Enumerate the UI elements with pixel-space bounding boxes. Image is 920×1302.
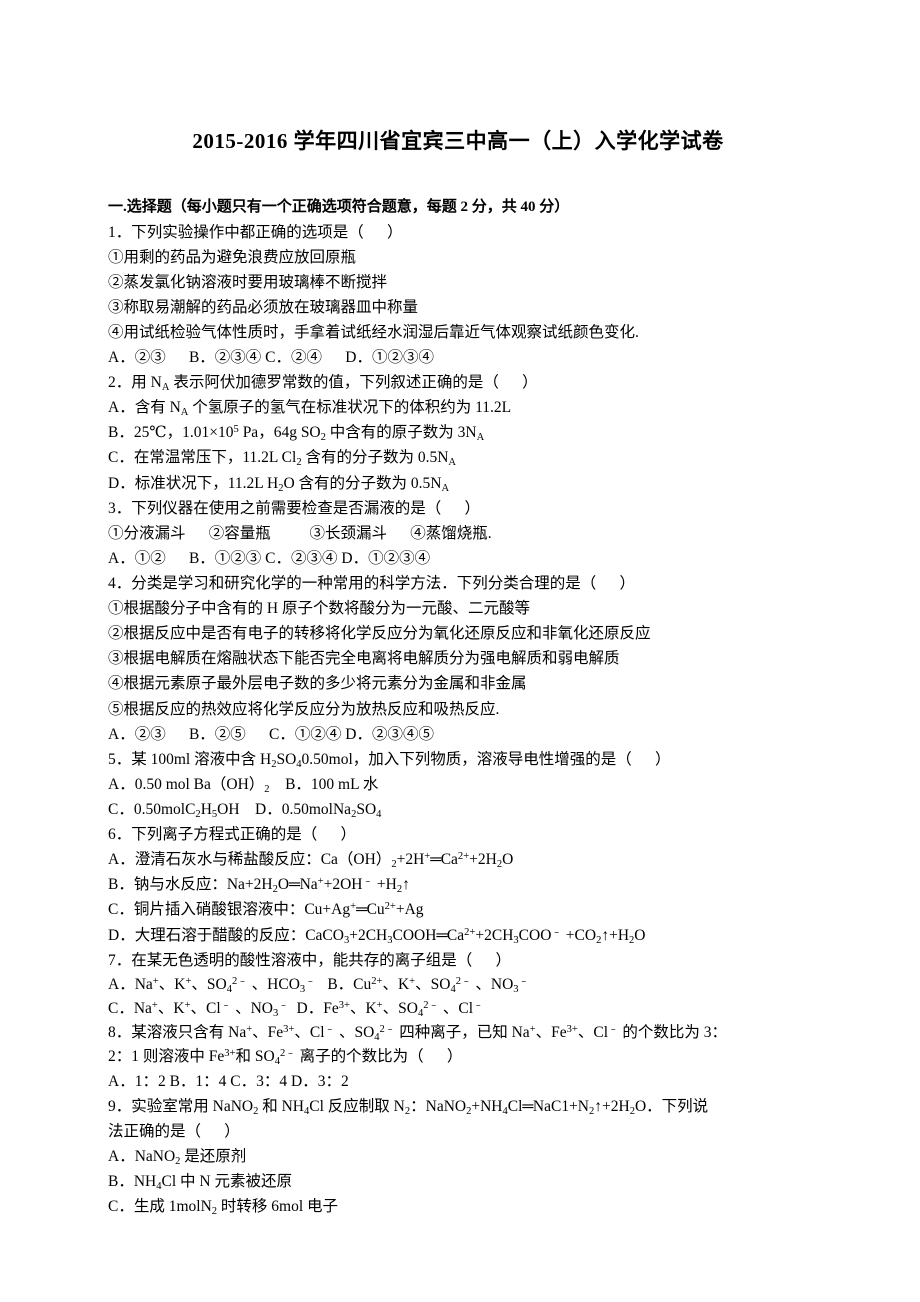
question-9-option-c[interactable]: C．生成 1molN2 时转移 6mol 电子 [108, 1194, 808, 1219]
question-4-item-3: ③根据电解质在熔融状态下能否完全电离将电解质分为强电解质和弱电解质 [108, 650, 620, 668]
question-7-options-ab[interactable]: A．Na+、K+、SO42﹣ 、HCO3﹣ B．Cu2+、K+、SO42﹣ 、N… [108, 973, 808, 997]
question-6-option-a[interactable]: A．澄清石灰水与稀盐酸反应：Ca（OH）2+2H+═Ca2++2H2O [108, 847, 808, 872]
question-6-option-d[interactable]: D．大理石溶于醋酸的反应：CaCO3+2CH3COOH═Ca2++2CH3COO… [108, 923, 808, 948]
question-3-choices[interactable]: A．①② B．①②③ C．②③④ D．①②③④ [108, 546, 808, 571]
question-3-item-list: ①分液漏斗 ②容量瓶 ③长颈漏斗 ④蒸馏烧瓶. [108, 524, 492, 542]
question-1-item-4: ④用试纸检验气体性质时，手拿着试纸经水润湿后靠近气体观察试纸颜色变化. [108, 323, 639, 341]
question-4-item-5: ⑤根据反应的热效应将化学反应分为放热反应和吸热反应. [108, 700, 500, 718]
question-5-options-cd[interactable]: C．0.50molC2H5OH D．0.50molNa2SO4 [108, 797, 808, 822]
question-3-stem: 3．下列仪器在使用之前需要检查是否漏液的是（ ） [108, 499, 481, 517]
question-4-stem: 4．分类是学习和研究化学的一种常用的科学方法．下列分类合理的是（ ） [108, 575, 636, 593]
question-2-stem: 2．用 NA 表示阿伏加德罗常数的值，下列叙述正确的是（ ） [108, 374, 538, 394]
question-1-choices[interactable]: A．②③ B．②③④ C．②④ D．①②③④ [108, 345, 808, 370]
question-9-option-b[interactable]: B．NH4Cl 中 N 元素被还原 [108, 1169, 808, 1194]
question-2-option-a[interactable]: A．含有 NA 个氢原子的氢气在标准状况下的体积约为 11.2L [108, 395, 808, 420]
question-6-option-c[interactable]: C．铜片插入硝酸银溶液中：Cu+Ag+═Cu2++Ag [108, 897, 808, 922]
question-1-item-1: ①用剩的药品为避免浪费应放回原瓶 [108, 248, 357, 266]
question-1-stem: 1．下列实验操作中都正确的选项是（ ） [108, 223, 403, 241]
question-1-item-2: ②蒸发氯化钠溶液时要用玻璃棒不断搅拌 [108, 273, 388, 291]
question-8-stem-line-1: 8．某溶液只含有 Na+、Fe3+、Cl﹣ 、SO42﹣ 四种离子，已知 Na+… [108, 1023, 728, 1043]
question-7-options-cd[interactable]: C．Na+、K+、Cl﹣ 、NO3﹣ D．Fe3+、K+、SO42﹣ 、Cl﹣ [108, 997, 808, 1021]
section-heading-multiple-choice: 一.选择题（每小题只有一个正确选项符合题意，每题 2 分，共 40 分） [108, 199, 570, 216]
question-2-option-b[interactable]: B．25℃，1.01×105 Pa，64g SO2 中含有的原子数为 3NA [108, 420, 808, 445]
question-5-options-ab[interactable]: A．0.50 mol Ba（OH）2 B．100 mL 水 [108, 772, 808, 797]
question-7-stem: 7．在某无色透明的酸性溶液中，能共存的离子组是（ ） [108, 951, 512, 969]
question-9-stem-line-1: 9．实验室常用 NaNO2 和 NH4Cl 反应制取 N2：NaNO2+NH4C… [108, 1097, 709, 1117]
page-title: 2015-2016 学年四川省宜宾三中高一（上）入学化学试卷 [192, 129, 724, 153]
question-4-choices[interactable]: A．②③ B．②⑤ C．①②④ D．②③④⑤ [108, 722, 808, 747]
question-9-stem-line-2: 法正确的是（ ） [108, 1123, 240, 1141]
question-4-item-1: ①根据酸分子中含有的 H 原子个数将酸分为一元酸、二元酸等 [108, 600, 530, 618]
question-6-option-b[interactable]: B．钠与水反应：Na+2H2O═Na++2OH﹣ +H2↑ [108, 872, 808, 897]
question-4-item-2: ②根据反应中是否有电子的转移将化学反应分为氧化还原反应和非氧化还原反应 [108, 625, 651, 643]
question-1-item-3: ③称取易潮解的药品必须放在玻璃器皿中称量 [108, 298, 419, 316]
question-4-item-4: ④根据元素原子最外层电子数的多少将元素分为金属和非金属 [108, 675, 527, 693]
question-8-choices[interactable]: A．1：2 B．1：4 C．3：4 D．3：2 [108, 1069, 808, 1094]
question-6-stem: 6．下列离子方程式正确的是（ ） [108, 826, 357, 844]
question-9-option-a[interactable]: A．NaNO2 是还原剂 [108, 1144, 808, 1169]
question-8-stem-line-2: 2：1 则溶液中 Fe3+和 SO42﹣ 离子的个数比为（ ） [108, 1047, 463, 1067]
page-content: 2015-2016 学年四川省宜宾三中高一（上）入学化学试卷 一.选择题（每小题… [108, 0, 808, 1220]
exam-paper-page: 2015-2016 学年四川省宜宾三中高一（上）入学化学试卷 一.选择题（每小题… [0, 0, 920, 1302]
question-2-option-d[interactable]: D．标准状况下，11.2L H2O 含有的分子数为 0.5NA [108, 471, 808, 496]
question-2-option-c[interactable]: C．在常温常压下，11.2L Cl2 含有的分子数为 0.5NA [108, 445, 808, 470]
question-5-stem: 5．某 100ml 溶液中含 H2SO40.50mol，加入下列物质，溶液导电性… [108, 750, 671, 770]
